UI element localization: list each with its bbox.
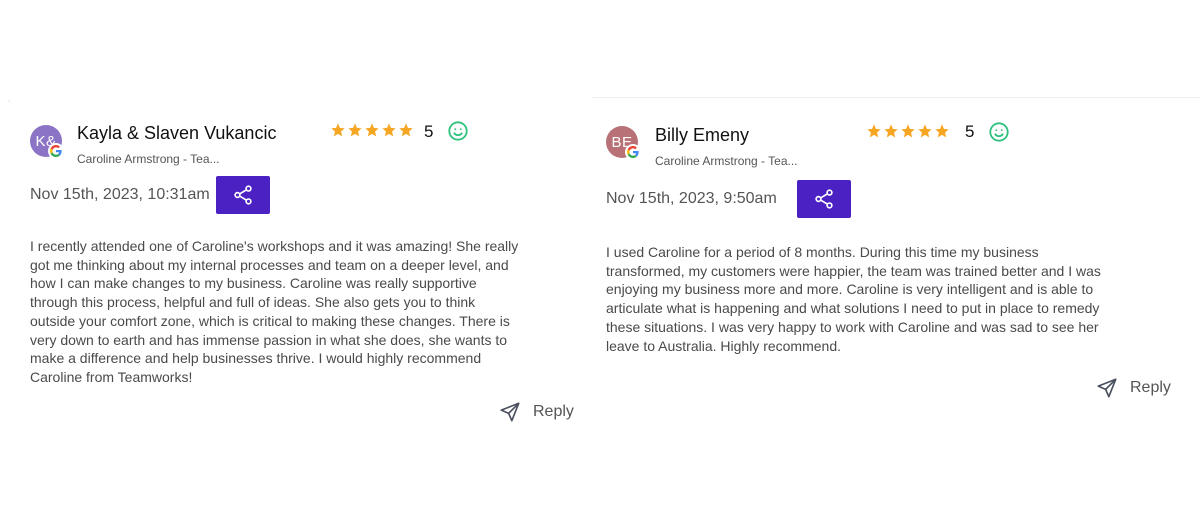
rating-value: 5 [424, 122, 434, 141]
location-subtitle: Caroline Armstrong - Tea... [77, 152, 220, 166]
reviewer-name: Billy Emeny [655, 125, 750, 145]
review-card: K& Kayla & Slaven Vukancic Caroline Arms… [20, 98, 590, 438]
divider [8, 100, 10, 102]
reply-button[interactable]: Reply [1096, 377, 1171, 399]
location-subtitle: Caroline Armstrong - Tea... [655, 154, 798, 168]
reply-button[interactable]: Reply [499, 401, 574, 423]
google-icon [626, 145, 640, 159]
reply-label: Reply [533, 403, 574, 420]
review-date: Nov 15th, 2023, 9:50am [606, 190, 777, 207]
send-icon [1097, 378, 1117, 398]
review-date: Nov 15th, 2023, 10:31am [30, 186, 210, 203]
star-icon [867, 124, 881, 138]
star-icon [382, 123, 396, 137]
review-text: I recently attended one of Caroline's wo… [30, 238, 519, 385]
star-icon [365, 123, 379, 137]
star-rating [866, 123, 950, 139]
share-button[interactable] [797, 180, 851, 218]
share-icon [234, 185, 252, 205]
review-text: I used Caroline for a period of 8 months… [606, 244, 1101, 354]
star-icon [399, 123, 413, 137]
star-rating [330, 122, 414, 138]
star-icon [331, 123, 345, 137]
reply-label: Reply [1130, 379, 1171, 396]
star-icon [348, 123, 362, 137]
star-icon [935, 124, 949, 138]
smile-icon [988, 121, 1010, 143]
google-icon [49, 144, 63, 158]
star-icon [884, 124, 898, 138]
star-icon [901, 124, 915, 138]
rating-value: 5 [965, 122, 975, 141]
smile-icon [447, 120, 469, 142]
share-button[interactable] [216, 176, 270, 214]
reviewer-name: Kayla & Slaven Vukancic [77, 123, 277, 143]
send-icon [500, 402, 520, 422]
star-icon [918, 124, 932, 138]
review-card: BE Billy Emeny Caroline Armstrong - Tea.… [592, 97, 1200, 418]
share-icon [815, 189, 833, 209]
